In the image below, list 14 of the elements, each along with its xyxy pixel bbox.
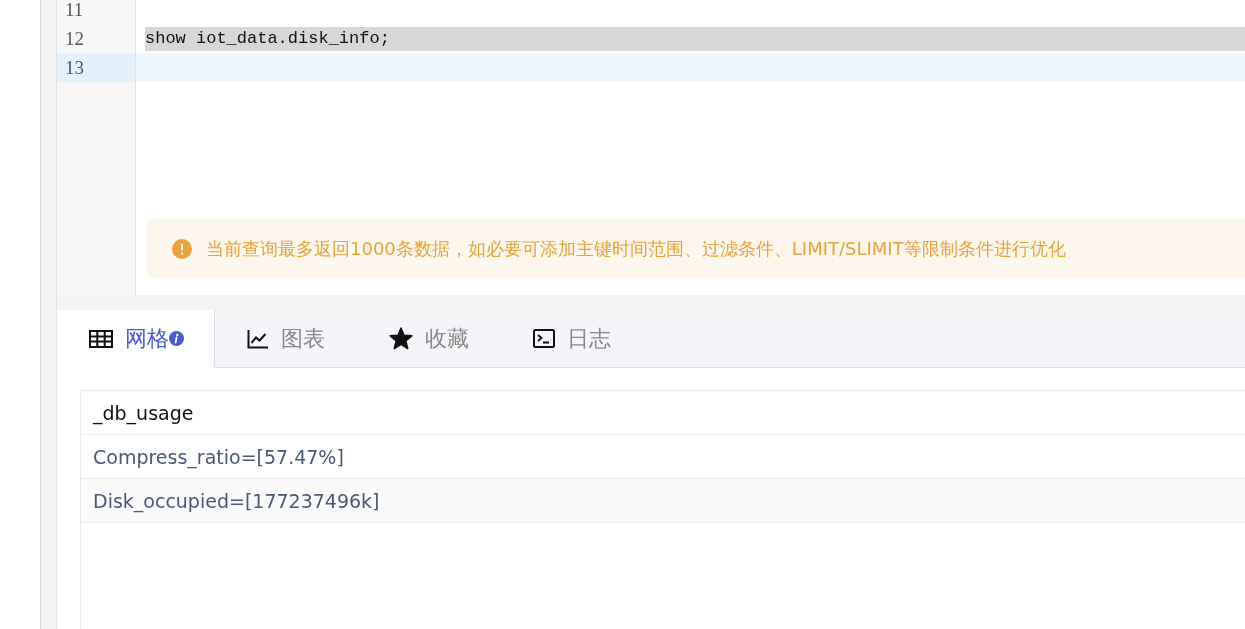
table-cell: Compress_ratio=[57.47%] <box>93 445 344 468</box>
line-number: 12 <box>57 24 136 53</box>
table-icon <box>89 329 113 348</box>
terminal-icon <box>533 329 555 348</box>
table-cell: Disk_occupied=[177237496k] <box>93 489 380 512</box>
column-header: _db_usage <box>93 401 194 424</box>
line-chart-icon <box>247 328 269 349</box>
line-number: 13 <box>57 53 136 82</box>
tab[interactable]: 网格 <box>57 310 215 368</box>
star-icon <box>389 327 413 350</box>
warning-icon <box>172 238 192 259</box>
code-text: show iot_data.disk_info; <box>145 27 390 50</box>
line-number: 11 <box>57 0 136 24</box>
warning-text: 当前查询最多返回1000条数据，如必要可添加主键时间范围、过滤条件、LIMIT/SLIMIT等限制条件进行优化 <box>206 236 1066 261</box>
